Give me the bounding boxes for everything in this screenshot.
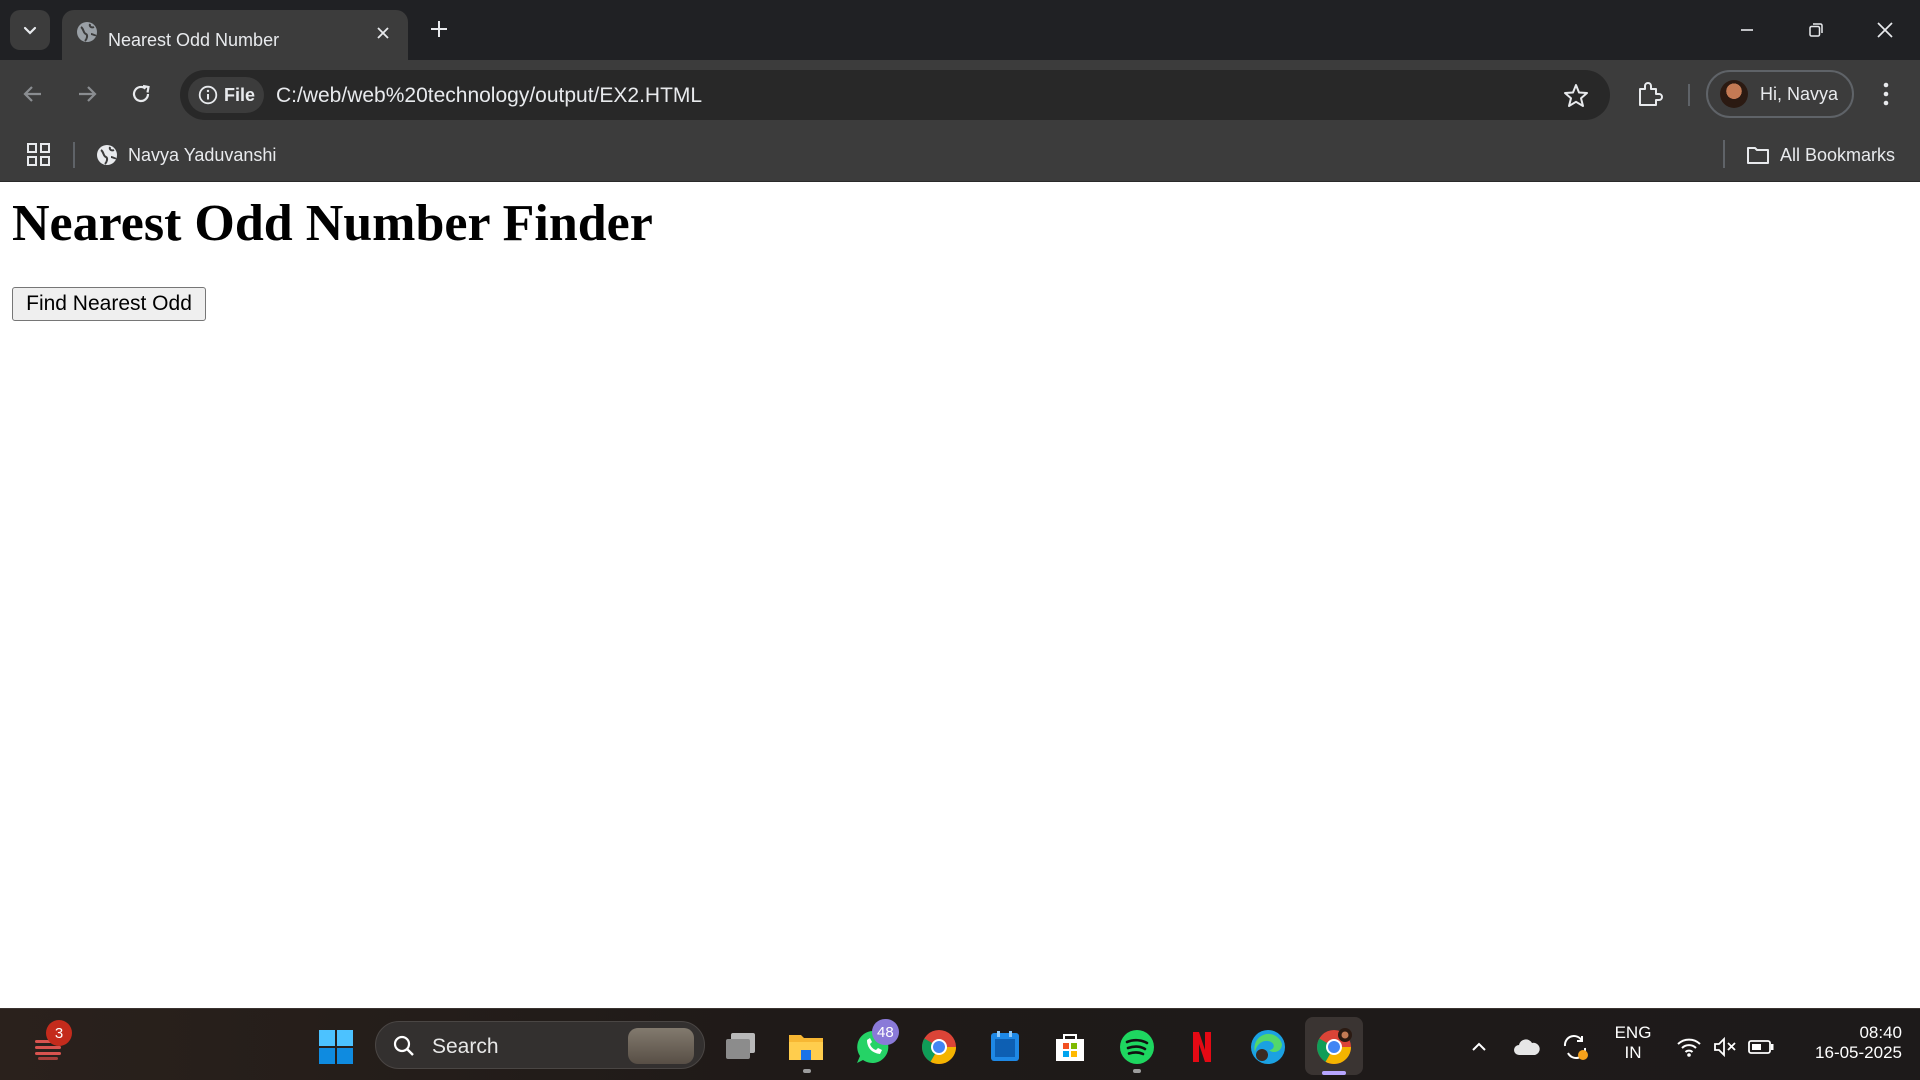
web-page-content: Nearest Odd Number Finder Find Nearest O… xyxy=(0,182,1920,1008)
chevron-up-icon xyxy=(1472,1042,1486,1051)
notification-badge: 3 xyxy=(46,1020,72,1046)
site-info-chip[interactable]: File xyxy=(188,77,264,113)
minimize-icon xyxy=(1741,29,1753,31)
profile-button[interactable]: Hi, Navya xyxy=(1706,70,1854,118)
more-menu-icon[interactable] xyxy=(1876,80,1896,108)
taskbar-search-box[interactable]: Search xyxy=(375,1021,705,1069)
tab-close-button[interactable] xyxy=(370,20,396,46)
onedrive-button[interactable] xyxy=(1507,1027,1547,1067)
cloud-icon xyxy=(1514,1039,1540,1055)
spotify-icon xyxy=(1120,1030,1154,1064)
find-nearest-odd-button[interactable]: Find Nearest Odd xyxy=(12,287,206,321)
notepad-icon xyxy=(991,1031,1019,1061)
clock-date: 16-05-2025 xyxy=(1815,1043,1902,1062)
bookmarks-bar: Navya Yaduvanshi All Bookmarks xyxy=(0,128,1920,182)
bookmark-item[interactable]: Navya Yaduvanshi xyxy=(96,140,276,170)
close-icon xyxy=(1877,22,1893,38)
netflix-icon xyxy=(1193,1032,1211,1062)
restore-icon xyxy=(1809,23,1823,37)
all-bookmarks-label: All Bookmarks xyxy=(1780,144,1896,165)
tab-active[interactable]: Nearest Odd Number xyxy=(62,10,408,60)
chevron-down-icon xyxy=(23,26,37,35)
reload-button[interactable] xyxy=(124,77,158,111)
active-indicator xyxy=(1322,1071,1346,1075)
volume-button[interactable] xyxy=(1705,1027,1745,1067)
netflix-button[interactable] xyxy=(1182,1027,1222,1067)
chrome-button[interactable] xyxy=(919,1027,959,1067)
battery-icon xyxy=(1748,1040,1774,1054)
edge-button[interactable] xyxy=(1248,1027,1288,1067)
microsoft-store-button[interactable] xyxy=(1050,1027,1090,1067)
network-button[interactable] xyxy=(1669,1027,1709,1067)
close-window-button[interactable] xyxy=(1862,10,1908,50)
bookmarks-divider xyxy=(1723,140,1725,168)
show-hidden-icons-button[interactable] xyxy=(1459,1027,1499,1067)
arrow-right-icon xyxy=(79,86,97,102)
task-view-button[interactable] xyxy=(721,1027,761,1067)
bookmarks-divider xyxy=(73,142,75,168)
info-icon xyxy=(198,85,218,105)
profile-label: Hi, Navya xyxy=(1760,83,1839,104)
running-indicator xyxy=(1133,1069,1141,1073)
all-bookmarks-button[interactable]: All Bookmarks xyxy=(1746,140,1895,170)
toolbar-divider xyxy=(1688,84,1690,106)
restore-button[interactable] xyxy=(1793,10,1839,50)
url-text[interactable]: C:/web/web%20technology/output/EX2.HTML xyxy=(276,84,702,108)
notepad-button[interactable] xyxy=(985,1027,1025,1067)
browser-toolbar: File C:/web/web%20technology/output/EX2.… xyxy=(0,60,1920,128)
chrome-profile-button[interactable] xyxy=(1314,1027,1354,1067)
bookmark-label: Navya Yaduvanshi xyxy=(128,144,277,165)
clock-time: 08:40 xyxy=(1859,1023,1902,1042)
globe-icon xyxy=(77,22,97,42)
start-button[interactable] xyxy=(316,1027,356,1067)
sync-icon xyxy=(1563,1035,1588,1060)
search-highlight-image xyxy=(628,1028,694,1064)
arrow-left-icon xyxy=(23,86,41,102)
chrome-icon xyxy=(1317,1028,1352,1064)
language-code: ENG xyxy=(1614,1023,1652,1042)
windows-taskbar: 3 Search 48 ENG IN 08:40 16-05-2025 xyxy=(0,1008,1920,1080)
running-indicator xyxy=(803,1069,811,1073)
star-icon[interactable] xyxy=(1562,82,1590,110)
clock[interactable]: 08:40 16-05-2025 xyxy=(1790,1023,1902,1063)
new-tab-button[interactable] xyxy=(424,14,454,44)
task-view-icon xyxy=(726,1033,755,1059)
scheme-label: File xyxy=(224,84,256,105)
extensions-icon[interactable] xyxy=(1634,78,1666,110)
whatsapp-unread-badge: 48 xyxy=(872,1019,899,1045)
avatar xyxy=(1720,80,1748,108)
apps-grid-icon[interactable] xyxy=(26,142,52,168)
folder-icon xyxy=(789,1035,823,1060)
windows-logo-icon xyxy=(319,1030,353,1064)
sync-status-button[interactable] xyxy=(1555,1027,1595,1067)
browser-title-bar: Nearest Odd Number xyxy=(0,0,1920,60)
globe-icon xyxy=(97,145,117,165)
forward-button[interactable] xyxy=(70,77,104,111)
search-icon xyxy=(393,1035,414,1056)
file-explorer-button[interactable] xyxy=(786,1027,826,1067)
edge-icon xyxy=(1251,1030,1285,1064)
back-button[interactable] xyxy=(16,77,50,111)
reload-icon xyxy=(132,84,150,103)
tab-search-button[interactable] xyxy=(10,10,50,50)
page-title: Nearest Odd Number Finder xyxy=(12,195,653,252)
battery-button[interactable] xyxy=(1741,1027,1781,1067)
search-label: Search xyxy=(432,1035,499,1058)
close-icon xyxy=(377,27,389,39)
language-indicator[interactable]: ENG IN xyxy=(1608,1023,1658,1063)
tab-title: Nearest Odd Number xyxy=(108,30,280,50)
region-code: IN xyxy=(1624,1043,1642,1062)
spotify-button[interactable] xyxy=(1117,1027,1157,1067)
wifi-icon xyxy=(1677,1038,1701,1057)
minimize-button[interactable] xyxy=(1724,10,1770,50)
chrome-icon xyxy=(922,1030,956,1064)
store-icon xyxy=(1056,1034,1084,1061)
plus-icon xyxy=(431,21,447,37)
volume-muted-icon xyxy=(1714,1036,1736,1058)
address-bar[interactable]: File C:/web/web%20technology/output/EX2.… xyxy=(180,70,1610,120)
folder-icon xyxy=(1747,147,1769,164)
